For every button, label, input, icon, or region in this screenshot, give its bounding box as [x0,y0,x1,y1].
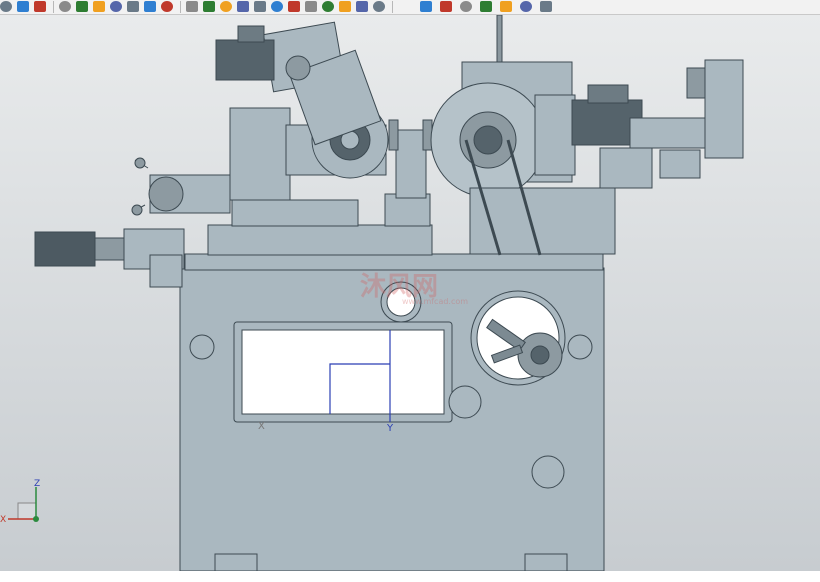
base-top-plate [184,253,604,271]
slide-block [231,199,359,227]
paint-icon[interactable] [500,1,512,12]
toolbar-separator [180,1,181,13]
render-style-icon[interactable] [161,1,173,12]
layer-icon[interactable] [440,1,452,12]
curve-icon[interactable] [237,1,249,12]
bolt-flange-2 [531,455,565,489]
eraser-icon[interactable] [127,1,139,12]
side-hole-right [567,334,593,360]
top-rod [496,15,503,66]
cube-icon[interactable] [144,1,156,12]
toolbar-separator [53,1,54,13]
analysis-icon[interactable] [420,1,432,12]
left-column [229,107,291,201]
triad-x-label: X [0,515,6,525]
part-icon[interactable] [520,1,532,12]
right-gearbox [599,147,653,189]
cursor-icon[interactable] [93,1,105,12]
center-fixture [384,193,431,227]
pin-icon[interactable] [356,1,368,12]
selection-box-icon[interactable] [110,1,122,12]
circle-icon[interactable] [305,1,317,12]
spline-icon[interactable] [254,1,266,12]
upper-motor[interactable] [215,39,275,81]
base-foot-left [214,553,258,571]
right-slide [659,149,701,179]
snap-icon[interactable] [59,1,71,12]
select-icon[interactable] [0,1,12,12]
sketch-y-label: Y [386,423,394,434]
redo-icon[interactable] [34,1,46,12]
grid-icon[interactable] [480,1,492,12]
add-point-icon[interactable] [322,1,334,12]
toolbar-separator [392,1,393,13]
cad-model-view: X Y 沐风网 www.mfcad.com Z X [0,15,820,571]
graphics-viewport[interactable]: X Y 沐风网 www.mfcad.com Z X [0,15,820,571]
base-foot-right [524,553,568,571]
belt-guard [534,94,576,176]
work-table [207,224,433,256]
feed-motor[interactable] [34,231,96,267]
line-icon[interactable] [186,1,198,12]
status-bar [0,571,820,582]
side-hole-left [189,334,215,360]
arc-icon[interactable] [220,1,232,12]
fixture-post [395,129,427,199]
triad-z-label: Z [34,479,40,489]
circle-center-icon[interactable] [288,1,300,12]
right-arm [629,117,711,149]
point-icon[interactable] [76,1,88,12]
feed-bracket [149,254,183,288]
main-toolbar [0,0,820,15]
sketch-x-label: X [258,421,265,432]
view-icon[interactable] [540,1,552,12]
bolt-flange-1 [448,385,482,419]
rotate-icon[interactable] [460,1,472,12]
trim-icon[interactable] [271,1,283,12]
undo-icon[interactable] [17,1,29,12]
right-column [469,187,616,255]
watermark-url: www.mfcad.com [402,297,468,306]
right-end-housing [704,59,744,159]
inspection-window [241,329,445,415]
slash-icon[interactable] [339,1,351,12]
pen-icon[interactable] [203,1,215,12]
doc-icon[interactable] [373,1,385,12]
